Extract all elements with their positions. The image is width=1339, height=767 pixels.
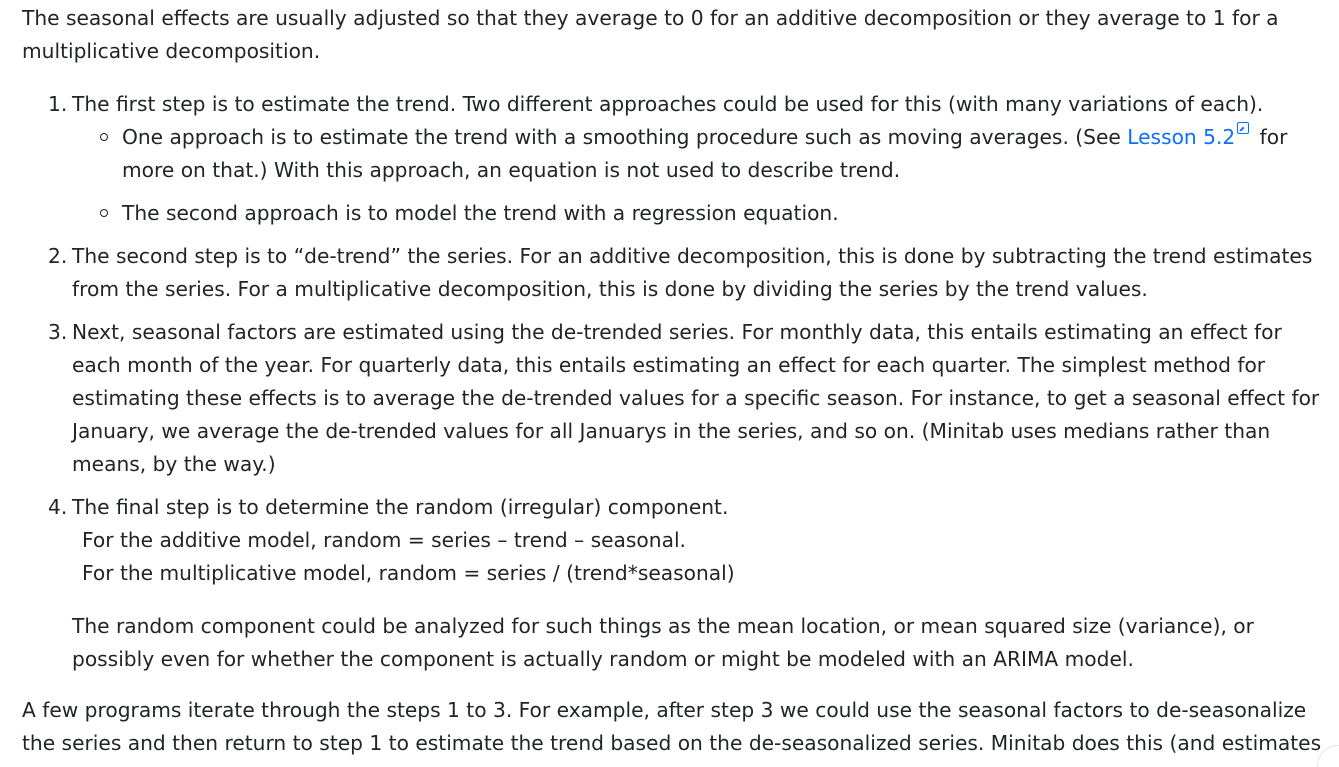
- step-text: Next, seasonal factors are estimated usi…: [72, 320, 1320, 476]
- step-number: 1.: [48, 92, 68, 116]
- sub-item-text-before: One approach is to estimate the trend wi…: [122, 125, 1128, 149]
- step-number: 4.: [48, 495, 68, 519]
- step-item-1: 1. The first step is to estimate the tre…: [48, 88, 1332, 230]
- sub-item-regression: The second approach is to model the tren…: [100, 197, 1332, 230]
- sub-item-text: The second approach is to model the tren…: [122, 201, 839, 225]
- step-item-2: 2. The second step is to “de-trend” the …: [48, 240, 1332, 306]
- sub-item-smoothing: One approach is to estimate the trend wi…: [100, 121, 1332, 187]
- step-item-3: 3. Next, seasonal factors are estimated …: [48, 316, 1332, 481]
- decomposition-steps-list: 1. The first step is to estimate the tre…: [22, 88, 1332, 676]
- article-content: The seasonal effects are usually adjuste…: [22, 2, 1332, 767]
- circle-bullet-icon: [100, 209, 108, 217]
- circle-bullet-icon: [100, 133, 108, 141]
- step-item-4: 4. The final step is to determine the ra…: [48, 491, 1332, 676]
- step-text: The second step is to “de-trend” the ser…: [72, 244, 1313, 301]
- outro-paragraph: A few programs iterate through the steps…: [22, 698, 1322, 767]
- trend-approaches-list: One approach is to estimate the trend wi…: [72, 121, 1332, 230]
- multiplicative-formula: For the multiplicative model, random = s…: [82, 561, 735, 585]
- step-number: 3.: [48, 320, 68, 344]
- step-text: The first step is to estimate the trend.…: [72, 92, 1264, 116]
- lesson-5-2-link[interactable]: Lesson 5.2: [1127, 125, 1235, 149]
- random-component-note: The random component could be analyzed f…: [72, 614, 1254, 671]
- external-link-icon: [1237, 122, 1250, 134]
- additive-formula: For the additive model, random = series …: [82, 528, 686, 552]
- step-text: The final step is to determine the rando…: [72, 495, 729, 519]
- step-number: 2.: [48, 244, 68, 268]
- intro-paragraph: The seasonal effects are usually adjuste…: [22, 6, 1279, 63]
